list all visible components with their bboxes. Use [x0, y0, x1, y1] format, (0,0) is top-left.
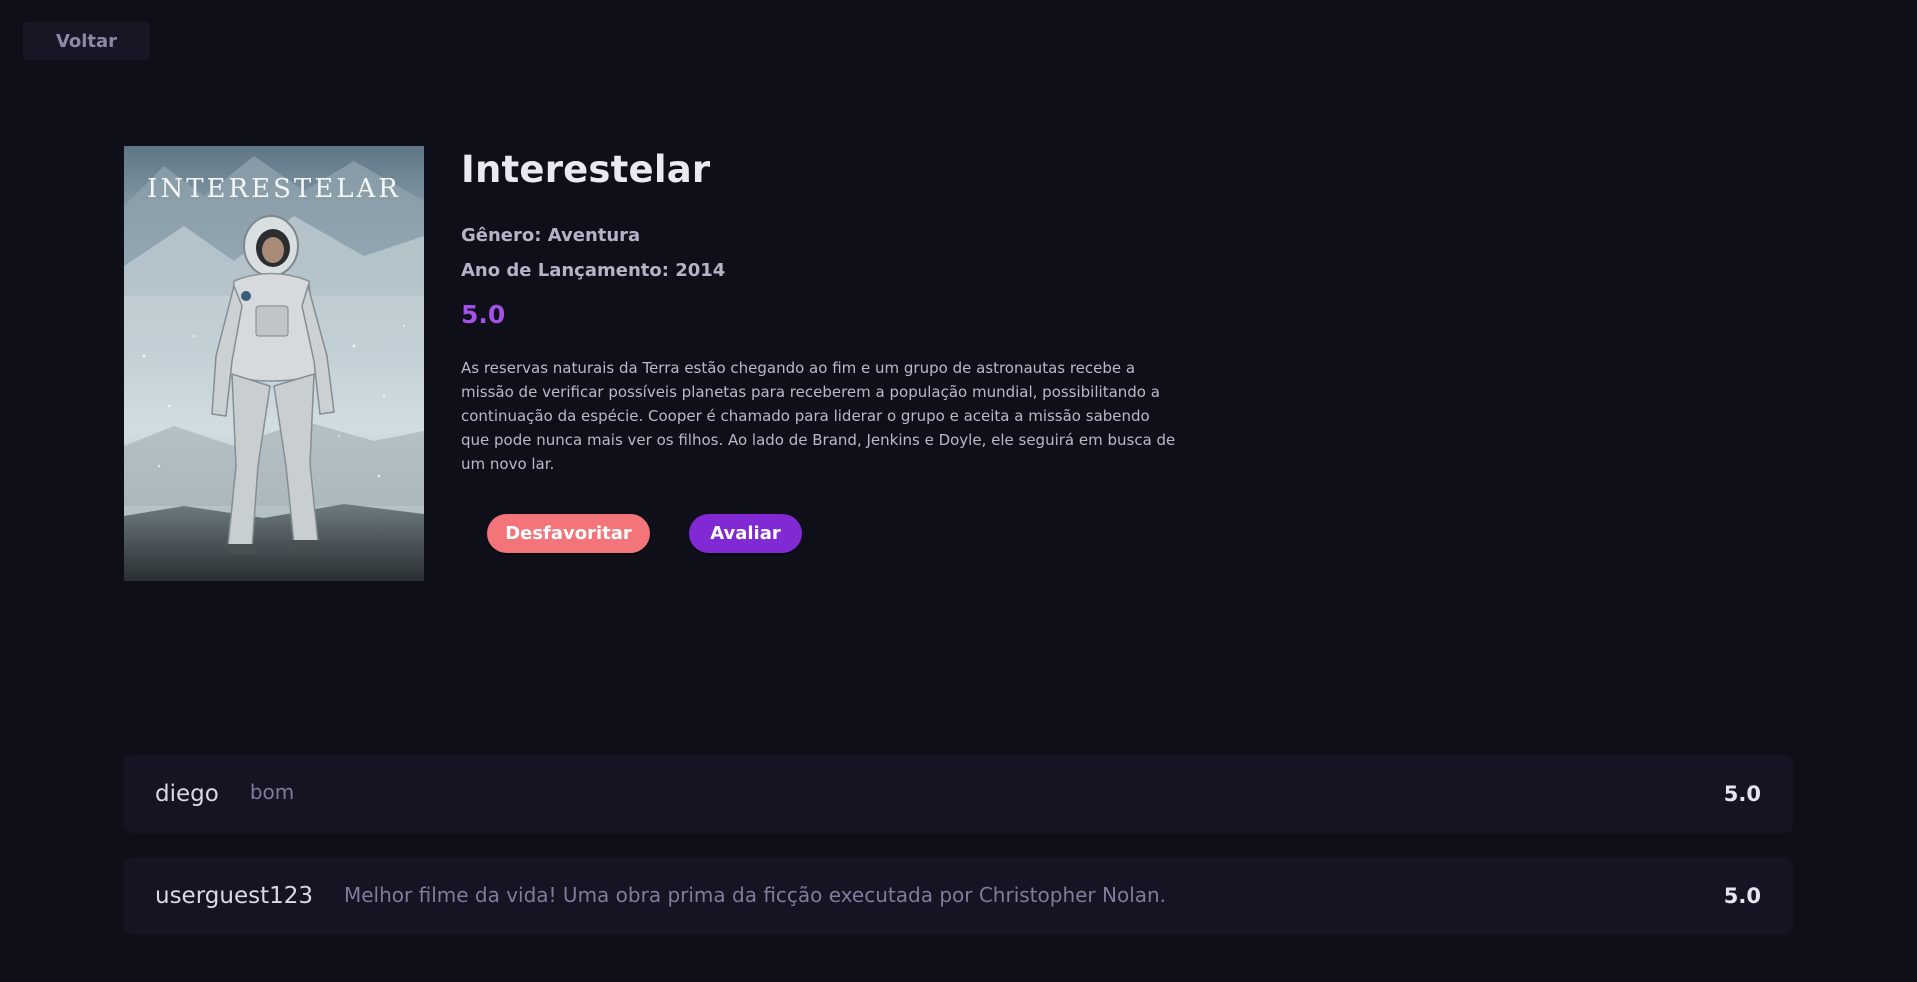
- unfavorite-button[interactable]: Desfavoritar: [487, 514, 650, 553]
- back-button[interactable]: Voltar: [23, 22, 150, 60]
- review-comment: Melhor filme da vida! Uma obra prima da …: [344, 883, 1167, 907]
- review-score: 5.0: [1723, 884, 1761, 908]
- review-card: diego bom 5.0: [124, 755, 1793, 833]
- poster-art: INTERESTELAR: [124, 146, 424, 581]
- review-username: diego: [155, 781, 219, 807]
- movie-rating: 5.0: [461, 300, 506, 329]
- review-score: 5.0: [1723, 782, 1761, 806]
- review-comment: bom: [249, 780, 295, 804]
- review-username: userguest123: [155, 883, 313, 909]
- movie-poster: INTERESTELAR: [124, 146, 424, 581]
- movie-genre: Gênero: Aventura: [461, 225, 641, 246]
- movie-synopsis: As reservas naturais da Terra estão cheg…: [461, 359, 1176, 473]
- poster-title-text: INTERESTELAR: [147, 174, 401, 204]
- rate-button[interactable]: Avaliar: [689, 514, 802, 553]
- movie-release-year: Ano de Lançamento: 2014: [461, 260, 726, 281]
- movie-title: Interestelar: [461, 148, 711, 191]
- review-card: userguest123 Melhor filme da vida! Uma o…: [124, 857, 1793, 935]
